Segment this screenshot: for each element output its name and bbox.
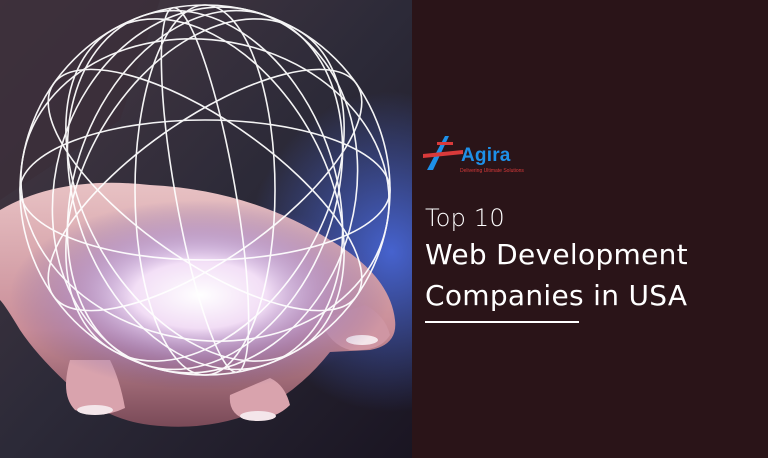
headline-underline xyxy=(425,321,579,323)
agira-logo-mark-icon xyxy=(423,136,463,170)
headline-line-3: Companies in USA xyxy=(425,279,688,312)
banner: Agira Delivering Ultimate Solutions Top … xyxy=(0,0,768,458)
logo-wordmark: Agira xyxy=(461,145,511,166)
headline-line-1: Top 10 xyxy=(425,204,505,232)
headline-line-2: Web Development xyxy=(425,238,688,271)
agira-logo: Agira Delivering Ultimate Solutions xyxy=(423,132,543,182)
logo-tagline: Delivering Ultimate Solutions xyxy=(460,168,524,174)
hero-image-hand-globe xyxy=(0,0,412,458)
